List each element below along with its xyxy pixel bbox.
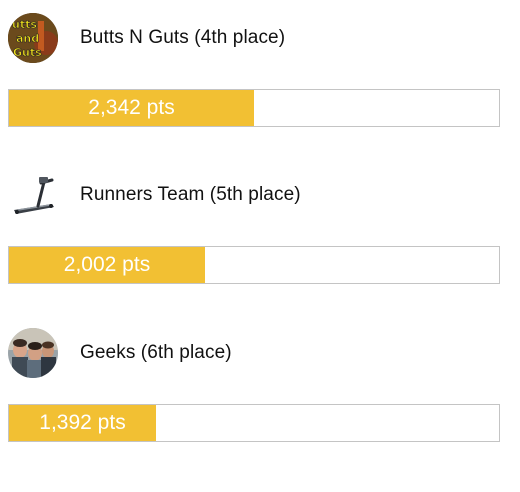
team-row[interactable]: Runners Team (5th place) 2,002 pts [0, 157, 520, 307]
svg-text:and: and [16, 32, 39, 45]
team-header: Geeks (6th place) [8, 328, 232, 378]
butts-n-guts-logo-icon: utts and Guts [8, 13, 58, 63]
group-photo-icon [8, 328, 58, 378]
team-header: Runners Team (5th place) [8, 170, 301, 220]
team-row[interactable]: Geeks (6th place) 1,392 pts [0, 315, 520, 465]
svg-text:utts: utts [12, 18, 37, 31]
svg-text:Guts: Guts [13, 46, 42, 59]
team-name: Runners Team (5th place) [80, 184, 301, 205]
team-row[interactable]: utts and Guts Butts N Guts (4th place) 2… [0, 0, 520, 150]
team-header: utts and Guts Butts N Guts (4th place) [8, 13, 285, 63]
team-leaderboard: utts and Guts Butts N Guts (4th place) 2… [0, 0, 520, 492]
points-label: 2,002 pts [63, 253, 151, 276]
points-label: 1,392 pts [39, 411, 126, 434]
team-name: Butts N Guts (4th place) [80, 27, 286, 48]
points-progress-bar: 1,392 pts [8, 404, 500, 442]
points-label: 2,342 pts [88, 96, 175, 119]
points-progress-bar: 2,002 pts [8, 246, 500, 284]
team-name: Geeks (6th place) [80, 342, 232, 363]
treadmill-icon [8, 170, 58, 220]
points-progress-bar: 2,342 pts [8, 89, 500, 127]
